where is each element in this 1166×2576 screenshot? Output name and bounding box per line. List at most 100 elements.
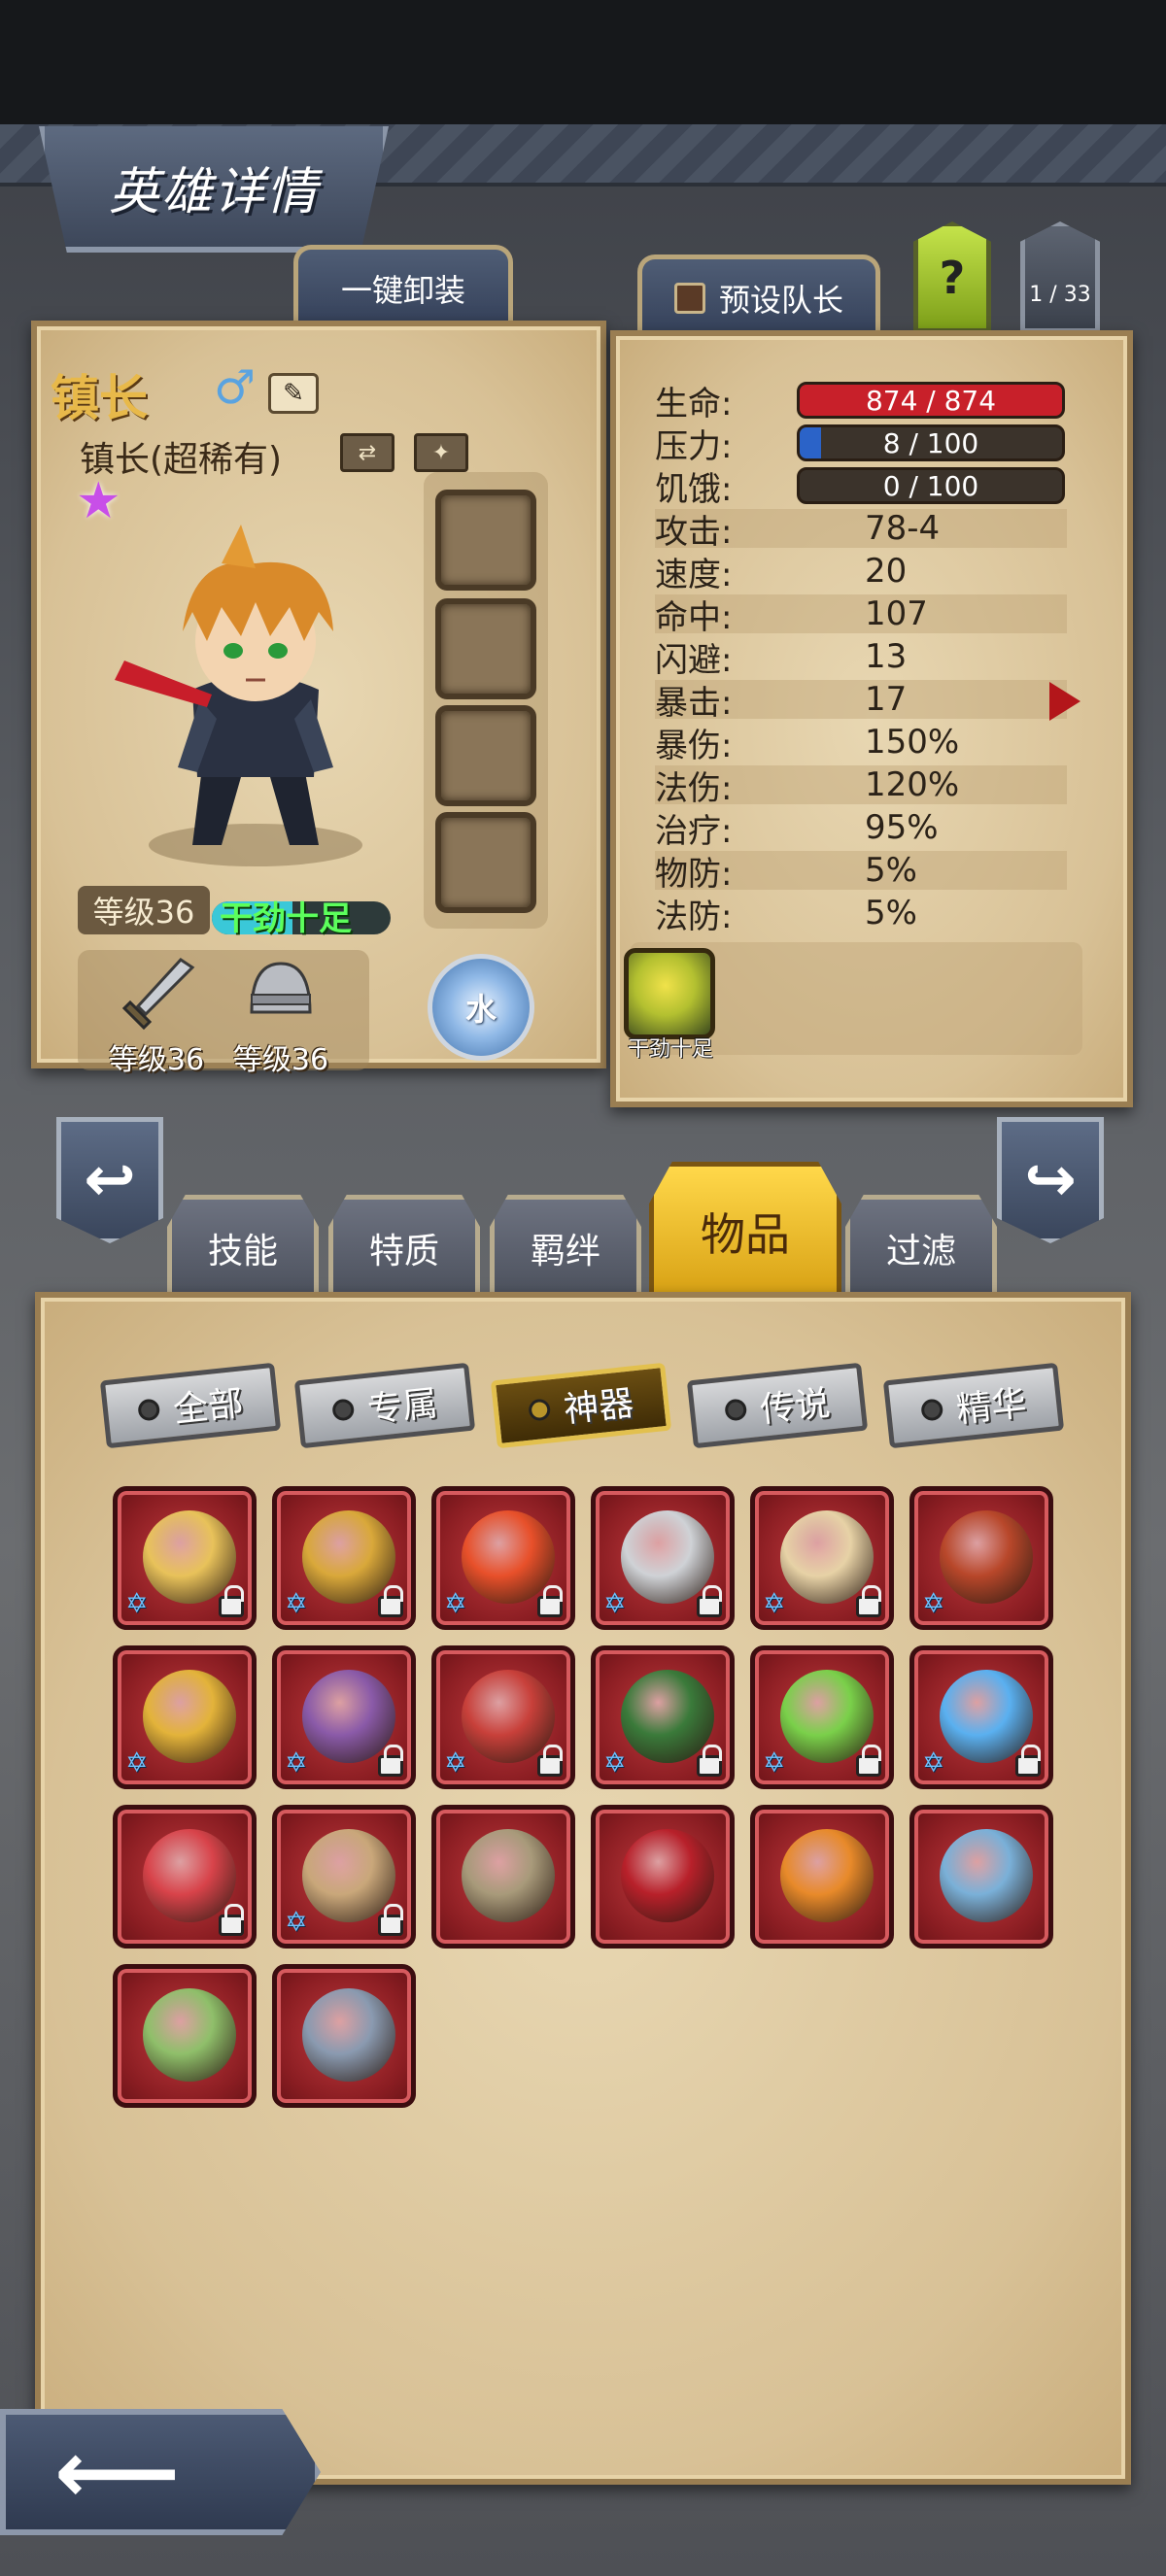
equipment-slot-4[interactable] bbox=[435, 812, 536, 913]
filter-exclusive-label: 专属 bbox=[365, 1383, 440, 1431]
item-slot[interactable] bbox=[591, 1805, 735, 1949]
item-slot[interactable]: ✡ bbox=[272, 1486, 416, 1630]
lock-icon bbox=[537, 1585, 563, 1617]
preset-leader-checkbox[interactable] bbox=[673, 282, 705, 314]
item-slot[interactable]: ✡ bbox=[750, 1486, 894, 1630]
hexagram-icon: ✡ bbox=[444, 1746, 467, 1779]
lock-icon bbox=[378, 1904, 403, 1936]
stat-label: 速度: bbox=[655, 555, 733, 594]
edit-name-icon[interactable]: ✎ bbox=[268, 373, 319, 414]
filter-all-dot bbox=[137, 1398, 161, 1422]
hero-portrait bbox=[115, 525, 362, 866]
steel-gauntlet-icon bbox=[940, 1829, 1033, 1922]
preset-leader-button[interactable]: 预设队长 bbox=[637, 254, 880, 336]
swap-icon[interactable]: ⇄ bbox=[340, 433, 394, 472]
green-dagger-icon bbox=[143, 1988, 236, 2082]
lock-icon bbox=[378, 1585, 403, 1617]
stat-row: 法伤: 120% bbox=[655, 765, 1067, 808]
item-slot[interactable]: ✡ bbox=[591, 1645, 735, 1789]
gear-armor[interactable]: 等级36 bbox=[218, 954, 344, 1078]
next-arrow-icon: ↪ bbox=[1024, 1144, 1077, 1216]
lock-icon bbox=[856, 1745, 881, 1777]
demon-helm-icon bbox=[940, 1510, 1033, 1604]
item-slot[interactable]: ✡ bbox=[750, 1645, 894, 1789]
stat-row: 攻击: 78-4 bbox=[655, 509, 1067, 552]
filter-essence-dot bbox=[920, 1398, 944, 1422]
item-slot[interactable]: ✡ bbox=[272, 1645, 416, 1789]
help-icon: ? bbox=[939, 251, 966, 304]
stat-label: 暴伤: bbox=[655, 726, 733, 765]
red-tome-icon bbox=[143, 1829, 236, 1922]
back-button[interactable]: ⟵ bbox=[0, 2409, 321, 2535]
equipment-slot-3[interactable] bbox=[435, 705, 536, 806]
silver-ring-icon bbox=[621, 1510, 714, 1604]
gem-crown-icon bbox=[143, 1670, 236, 1763]
stat-value: 13 bbox=[865, 637, 908, 676]
filter-legendary-dot bbox=[724, 1398, 748, 1422]
item-slot[interactable]: ✡ bbox=[113, 1645, 257, 1789]
item-slot[interactable] bbox=[113, 1805, 257, 1949]
expand-stats-arrow-icon[interactable] bbox=[1049, 682, 1080, 721]
element-label: 水 bbox=[464, 991, 497, 1028]
item-slot[interactable] bbox=[272, 1964, 416, 2108]
fire-heart-icon bbox=[462, 1510, 555, 1604]
stat-row: 速度: 20 bbox=[655, 552, 1067, 594]
page-counter: 1 / 33 bbox=[1020, 221, 1100, 333]
stat-label: 法伤: bbox=[655, 768, 733, 808]
page-counter-label: 1 / 33 bbox=[1029, 283, 1091, 307]
hero-level: 等级36 bbox=[78, 886, 210, 934]
item-slot[interactable]: ✡ bbox=[272, 1805, 416, 1949]
hexagram-icon: ✡ bbox=[285, 1746, 308, 1779]
male-icon: ♂ bbox=[214, 360, 257, 415]
skin-icon[interactable]: ✦ bbox=[414, 433, 468, 472]
help-button[interactable]: ? bbox=[913, 221, 991, 333]
mantle-cloak-icon bbox=[302, 1829, 395, 1922]
item-slot[interactable] bbox=[431, 1805, 575, 1949]
item-slot[interactable] bbox=[750, 1805, 894, 1949]
stat-row: 暴击: 17 bbox=[655, 680, 1067, 723]
hexagram-icon: ✡ bbox=[603, 1587, 627, 1619]
hexagram-icon: ✡ bbox=[285, 1906, 308, 1938]
tab-bonds[interactable]: 羁绊 bbox=[490, 1195, 641, 1302]
item-slot[interactable] bbox=[909, 1805, 1053, 1949]
unequip-all-button[interactable]: 一键卸装 bbox=[293, 245, 513, 326]
hexagram-icon: ✡ bbox=[125, 1587, 149, 1619]
next-hero-button[interactable]: ↪ bbox=[997, 1117, 1104, 1243]
item-slot[interactable]: ✡ bbox=[431, 1645, 575, 1789]
item-slot[interactable]: ✡ bbox=[591, 1486, 735, 1630]
stat-label: 攻击: bbox=[655, 512, 733, 552]
lock-icon bbox=[219, 1585, 244, 1617]
stat-bar-value: 0 / 100 bbox=[882, 469, 979, 502]
tab-skills[interactable]: 技能 bbox=[167, 1195, 319, 1302]
stat-label: 治疗: bbox=[655, 811, 733, 851]
gear-armor-level: 等级36 bbox=[232, 1043, 329, 1077]
vine-whip-icon bbox=[780, 1670, 874, 1763]
equipment-slot-2[interactable] bbox=[435, 598, 536, 699]
item-slot[interactable]: ✡ bbox=[909, 1645, 1053, 1789]
filter-artifact-dot bbox=[528, 1398, 552, 1422]
item-slot[interactable]: ✡ bbox=[431, 1486, 575, 1630]
pirate-hat-icon bbox=[621, 1670, 714, 1763]
tab-items[interactable]: 物品 bbox=[649, 1162, 841, 1302]
crystal-orb-icon bbox=[940, 1670, 1033, 1763]
lock-icon bbox=[856, 1585, 881, 1617]
hexagram-icon: ✡ bbox=[922, 1746, 945, 1779]
prev-hero-button[interactable]: ↩ bbox=[56, 1117, 163, 1243]
gear-weapon[interactable]: 等级36 bbox=[93, 954, 220, 1078]
item-slot[interactable]: ✡ bbox=[909, 1486, 1053, 1630]
tab-traits[interactable]: 特质 bbox=[328, 1195, 480, 1302]
stat-row: 暴伤: 150% bbox=[655, 723, 1067, 765]
title-plate: 英雄详情 bbox=[39, 126, 389, 253]
stat-bar-value: 8 / 100 bbox=[882, 426, 979, 459]
happy-face-trait-icon[interactable] bbox=[624, 948, 715, 1039]
stat-value: 5% bbox=[865, 894, 917, 932]
lock-icon bbox=[378, 1745, 403, 1777]
item-slot[interactable] bbox=[113, 1964, 257, 2108]
stat-row: 物防: 5% bbox=[655, 851, 1067, 894]
tab-filter[interactable]: 过滤 bbox=[845, 1195, 997, 1302]
item-slot[interactable]: ✡ bbox=[113, 1486, 257, 1630]
water-element-icon[interactable]: 水 bbox=[428, 954, 534, 1061]
tab-bonds-label: 羁绊 bbox=[530, 1232, 600, 1271]
morale-label: 干劲十足 bbox=[220, 899, 352, 938]
equipment-slot-1[interactable] bbox=[435, 490, 536, 591]
